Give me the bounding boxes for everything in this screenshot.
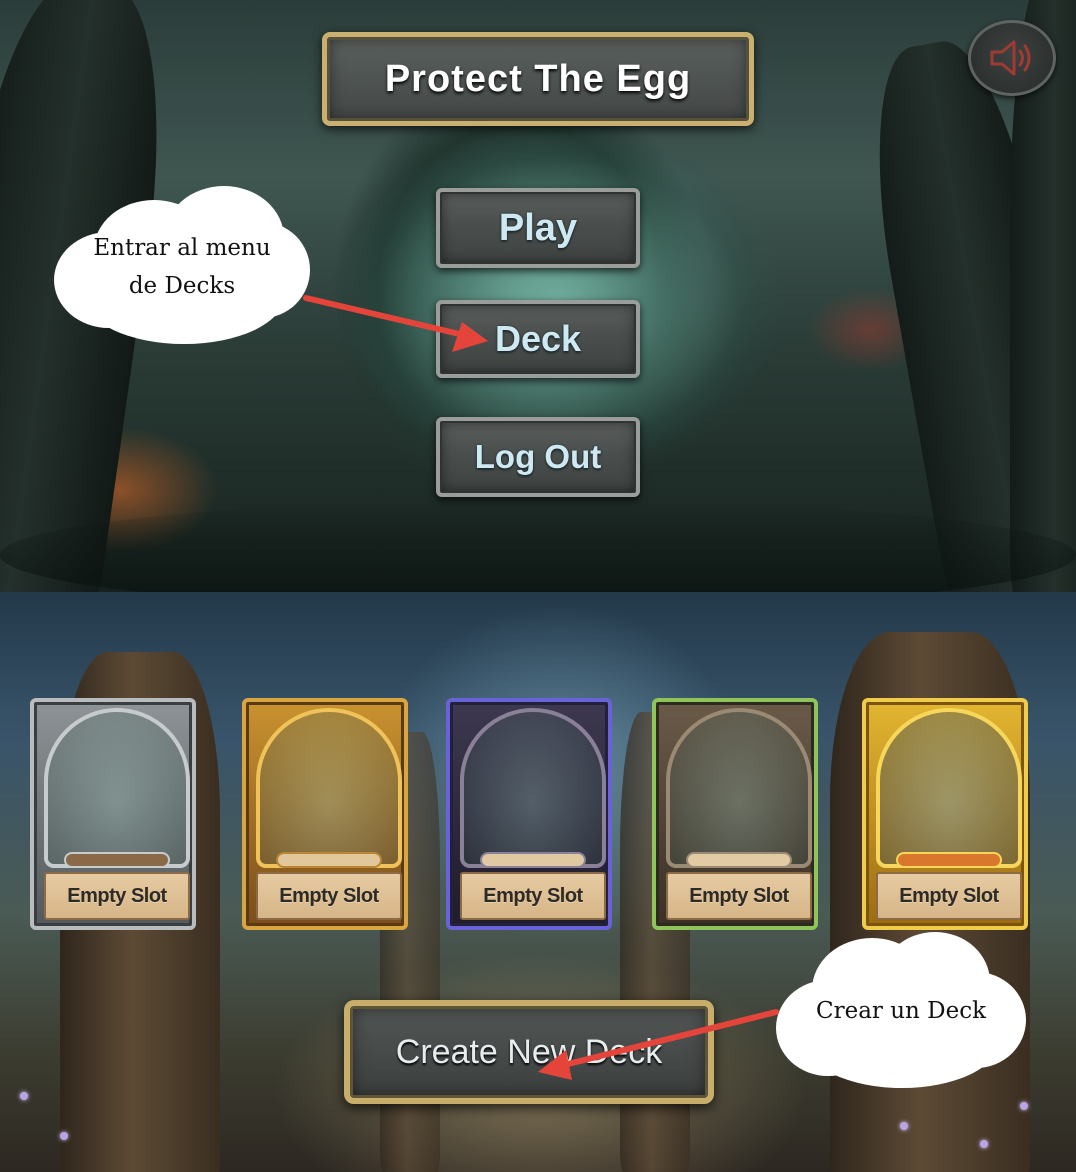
deck-slot-label: Empty Slot	[256, 872, 402, 920]
deck-slot-label: Empty Slot	[44, 872, 190, 920]
log-out-button[interactable]: Log Out	[436, 417, 640, 497]
deck-slot-label: Empty Slot	[666, 872, 812, 920]
flower	[60, 1132, 68, 1140]
game-title: Protect The Egg	[322, 32, 754, 126]
deck-slot-label: Empty Slot	[460, 872, 606, 920]
flower	[1020, 1102, 1028, 1110]
deck-slot-3[interactable]: Empty Slot	[446, 698, 612, 930]
deck-slot-2[interactable]: Empty Slot	[242, 698, 408, 930]
flower	[20, 1092, 28, 1100]
flower	[980, 1140, 988, 1148]
deck-button[interactable]: Deck	[436, 300, 640, 378]
deck-slot-1[interactable]: Empty Slot	[30, 698, 196, 930]
deck-menu-screen: Empty Slot Empty Slot Empty Slot Empty S…	[0, 592, 1076, 1172]
deck-slot-5[interactable]: Empty Slot	[862, 698, 1028, 930]
deck-hint-line-1: Entrar al menu	[93, 235, 271, 261]
create-hint-text: Crear un Deck	[815, 998, 987, 1024]
deck-slot-4[interactable]: Empty Slot	[652, 698, 818, 930]
sound-toggle-button[interactable]	[968, 20, 1056, 96]
deck-hint-callout: Entrar al menu de Decks	[54, 186, 310, 348]
play-button[interactable]: Play	[436, 188, 640, 268]
background-mist	[0, 500, 1076, 592]
deck-slot-label: Empty Slot	[876, 872, 1022, 920]
speaker-volume-icon	[990, 40, 1031, 76]
create-hint-callout: Crear un Deck	[776, 932, 1026, 1090]
main-menu-screen: Protect The Egg Play Deck Log Out Entrar…	[0, 0, 1076, 592]
create-new-deck-button[interactable]: Create New Deck	[344, 1000, 714, 1104]
flower	[900, 1122, 908, 1130]
deck-hint-line-2: de Decks	[128, 273, 236, 299]
